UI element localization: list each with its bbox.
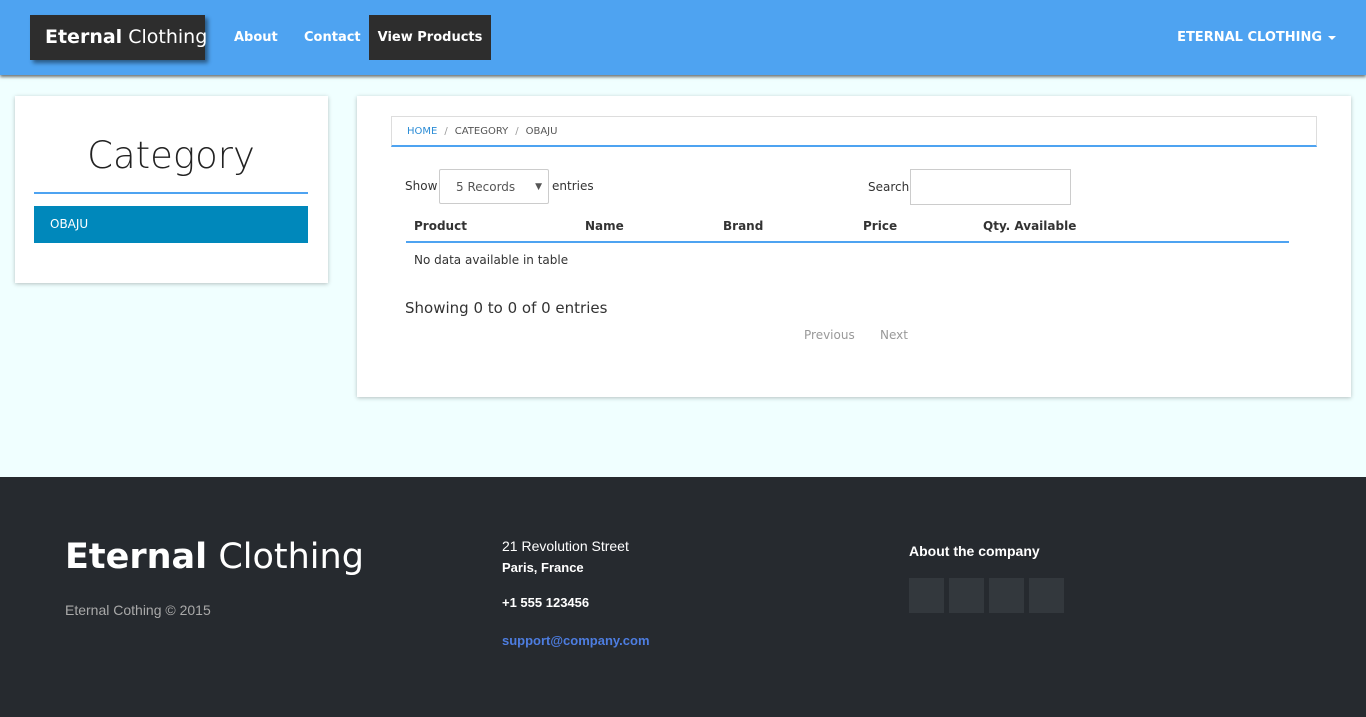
category-item-obaju[interactable]: OBAJU — [34, 206, 308, 243]
footer-phone: +1 555 123456 — [502, 595, 590, 610]
footer-logo: Eternal Clothing — [65, 537, 364, 577]
social-icon-1[interactable] — [909, 578, 944, 613]
dropdown-arrow-icon: ▼ — [535, 182, 542, 192]
brand-logo[interactable]: Eternal Clothing — [30, 15, 208, 60]
table-empty-message: No data available in table — [414, 253, 569, 267]
table-header-divider — [406, 241, 1289, 243]
column-header-price[interactable]: Price — [863, 219, 897, 233]
caret-down-icon — [1328, 35, 1336, 40]
breadcrumb-home[interactable]: HOME — [407, 126, 437, 137]
social-icon-3[interactable] — [989, 578, 1024, 613]
column-header-product[interactable]: Product — [414, 219, 467, 233]
nav-link-view-products[interactable]: View Products — [369, 15, 491, 60]
breadcrumb: HOME / CATEGORY / OBAJU — [391, 116, 1317, 147]
products-panel: HOME / CATEGORY / OBAJU Show 5 Records ▼ ent… — [357, 96, 1351, 397]
category-title: Category — [87, 134, 255, 177]
nav-link-about[interactable]: About — [234, 15, 278, 60]
breadcrumb-separator: / — [515, 126, 519, 137]
breadcrumb-category[interactable]: CATEGORY — [455, 126, 509, 137]
category-panel: Category OBAJU — [15, 96, 328, 283]
search-input[interactable] — [910, 169, 1071, 205]
brand-bold: Eternal — [45, 26, 123, 48]
footer-copyright: Eternal Cothing © 2015 — [65, 602, 211, 618]
account-dropdown[interactable]: ETERNAL CLOTHING — [1177, 15, 1336, 60]
column-header-brand[interactable]: Brand — [723, 219, 763, 233]
nav-link-contact[interactable]: Contact — [304, 15, 361, 60]
navbar: Eternal Clothing About Contact View Prod… — [0, 0, 1366, 75]
column-header-name[interactable]: Name — [585, 219, 624, 233]
records-per-page-select[interactable]: 5 Records ▼ — [439, 169, 549, 204]
show-label: Show — [405, 179, 438, 193]
table-info: Showing 0 to 0 of 0 entries — [405, 299, 608, 317]
footer-logo-light: Clothing — [218, 537, 364, 577]
footer-email-link[interactable]: support@company.com — [502, 633, 650, 648]
social-icon-2[interactable] — [949, 578, 984, 613]
category-divider — [34, 192, 308, 194]
social-icon-4[interactable] — [1029, 578, 1064, 613]
footer-address-line1: 21 Revolution Street — [502, 538, 629, 554]
footer-about-title: About the company — [909, 543, 1040, 559]
breadcrumb-current: OBAJU — [525, 126, 558, 137]
search-label: Search: — [868, 180, 914, 194]
pager-next[interactable]: Next — [880, 328, 908, 342]
footer-address-line2: Paris, France — [502, 560, 584, 575]
breadcrumb-separator: / — [444, 126, 448, 137]
footer-logo-bold: Eternal — [65, 537, 208, 577]
brand-light: Clothing — [128, 26, 208, 48]
records-per-page-value: 5 Records — [456, 180, 516, 194]
footer: Eternal Clothing Eternal Cothing © 2015 … — [0, 477, 1366, 717]
pager-previous[interactable]: Previous — [804, 328, 855, 342]
column-header-qty[interactable]: Qty. Available — [983, 219, 1076, 233]
account-dropdown-label: ETERNAL CLOTHING — [1177, 30, 1322, 45]
entries-label: entries — [552, 179, 594, 193]
